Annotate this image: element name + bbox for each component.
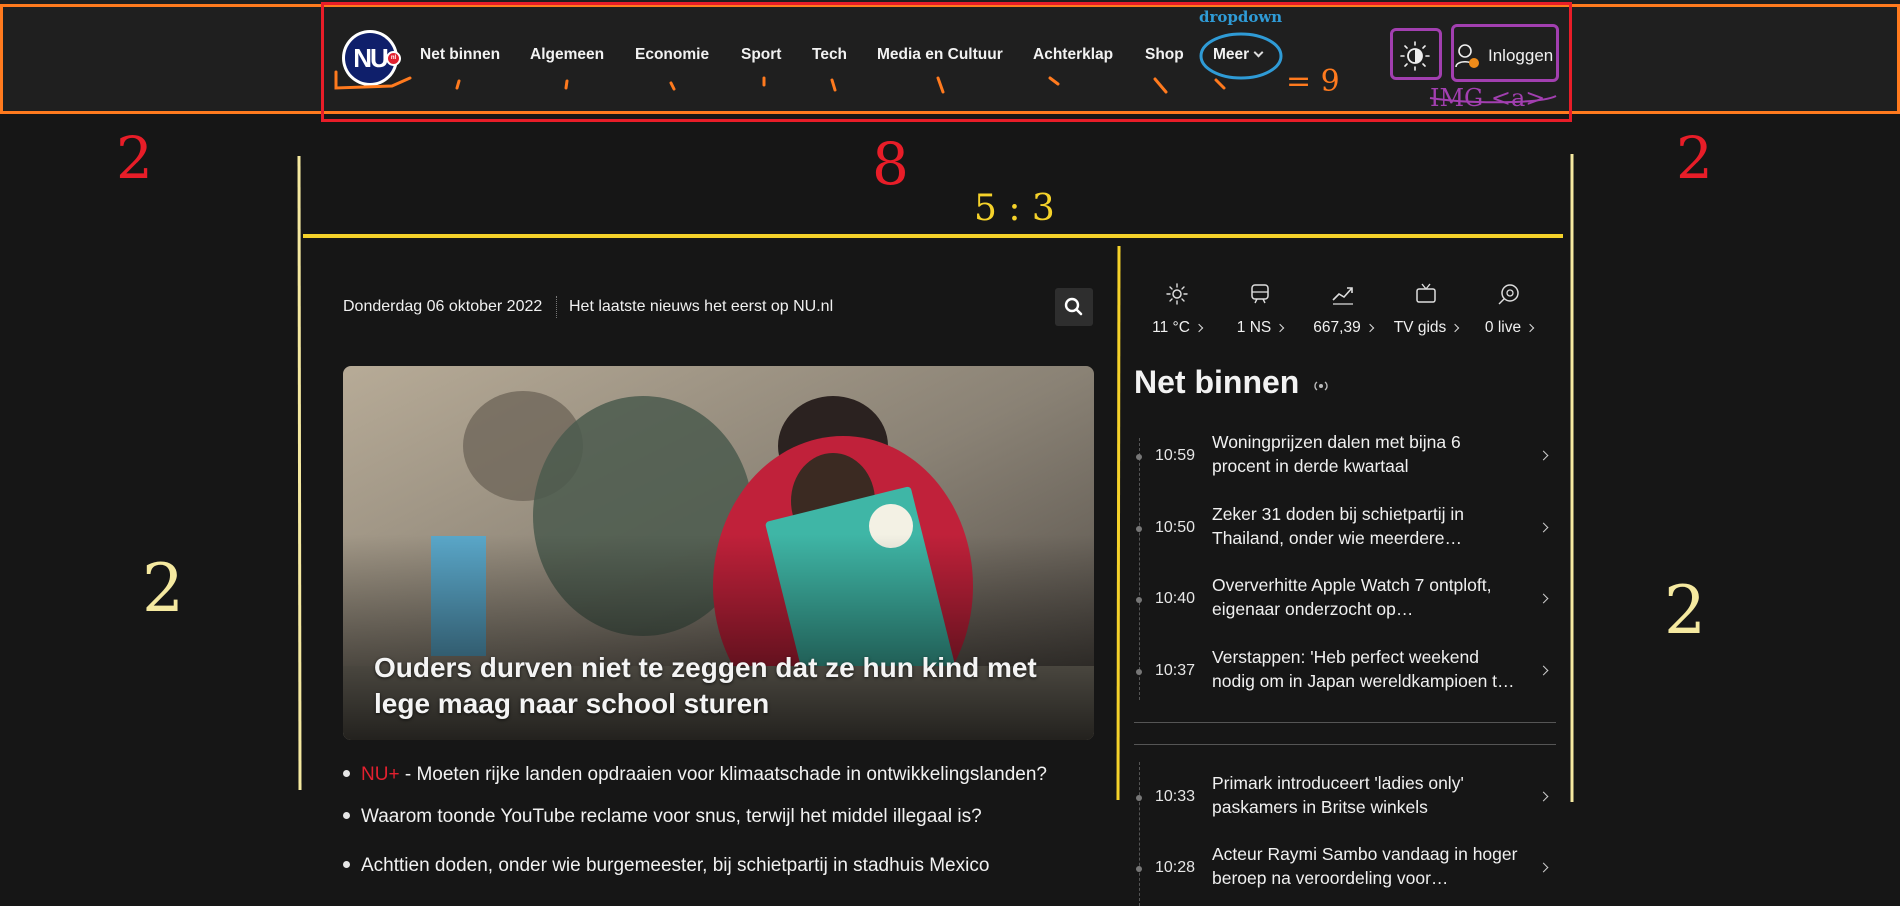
live-scores-label: 0 live xyxy=(1484,319,1522,336)
chevron-right-icon xyxy=(1194,323,1204,333)
live-scores-widget[interactable]: 0 live xyxy=(1466,282,1552,337)
chevron-right-icon xyxy=(1275,323,1285,333)
news-item[interactable]: 10:40 Oververhitte Apple Watch 7 ontplof… xyxy=(1134,573,1554,633)
bullet-icon xyxy=(343,770,350,777)
nu-plus-badge: NU+ xyxy=(361,764,400,785)
article-title: Moeten rijke landen opdraaien voor klima… xyxy=(416,764,1047,785)
chevron-right-icon xyxy=(1365,323,1374,333)
chevron-right-icon xyxy=(1538,665,1549,676)
date-separator xyxy=(556,296,558,318)
timeline-dot xyxy=(1136,866,1142,872)
news-item[interactable]: 10:59 Woningprijzen dalen met bijna 6 pr… xyxy=(1134,430,1554,490)
annotation-two-left: 2 xyxy=(116,124,153,192)
live-icon xyxy=(1314,381,1328,391)
timeline-dot xyxy=(1136,669,1142,675)
sun-icon xyxy=(1166,283,1188,305)
chevron-right-icon xyxy=(1538,593,1549,604)
annotation-ratio: 5 : 3 xyxy=(974,188,1055,229)
news-title: Acteur Raymi Sambo vandaag in hoger bero… xyxy=(1212,844,1518,888)
net-binnen-title: Net binnen xyxy=(1134,364,1300,400)
news-item[interactable]: 10:37 Verstappen: 'Heb perfect weekend n… xyxy=(1134,645,1554,705)
annotation-img-a: IMG <a> xyxy=(1430,84,1546,112)
news-time: 10:28 xyxy=(1155,859,1196,876)
tv-icon xyxy=(1416,283,1436,303)
news-title: Zeker 31 doden bij schietpartij in Thail… xyxy=(1212,504,1464,548)
site-tagline: Het laatste nieuws het eerst op NU.nl xyxy=(569,298,834,315)
bullet-icon xyxy=(343,861,350,868)
chevron-right-icon xyxy=(1538,450,1549,461)
stocks-label: 667,39 xyxy=(1313,319,1361,336)
section-divider xyxy=(1134,722,1556,723)
chevron-right-icon xyxy=(1538,791,1549,802)
annotation-two-left-lower: 2 xyxy=(142,550,184,627)
ns-label: 1 NS xyxy=(1236,319,1272,336)
news-time: 10:50 xyxy=(1155,519,1196,536)
annotation-eight: 8 xyxy=(872,130,909,198)
news-item[interactable]: 10:50 Zeker 31 doden bij schietpartij in… xyxy=(1134,502,1554,562)
news-title: Verstappen: 'Heb perfect weekend nodig o… xyxy=(1212,647,1515,691)
news-time: 10:37 xyxy=(1155,662,1196,679)
article-title: Achttien doden, onder wie burgemeester, … xyxy=(361,855,990,876)
news-time: 10:33 xyxy=(1155,788,1196,805)
chevron-right-icon xyxy=(1525,323,1535,333)
tv-guide-widget[interactable]: TV gids xyxy=(1383,282,1469,337)
chevron-right-icon xyxy=(1538,862,1549,873)
tv-guide-label: TV gids xyxy=(1393,319,1447,336)
bullet-icon xyxy=(343,812,350,819)
article-link[interactable]: Achttien doden, onder wie burgemeester, … xyxy=(343,855,989,877)
news-time: 10:40 xyxy=(1155,590,1196,607)
chevron-right-icon xyxy=(1451,323,1460,333)
annotation-dropdown: dropdown xyxy=(1199,8,1283,26)
annotation-nine: = 9 xyxy=(1286,64,1340,99)
news-title: Oververhitte Apple Watch 7 ontploft, eig… xyxy=(1212,575,1492,619)
stocks-widget[interactable]: 667,39 xyxy=(1300,282,1386,337)
news-item[interactable]: 10:28 Acteur Raymi Sambo vandaag in hoge… xyxy=(1134,842,1554,902)
news-item[interactable]: 10:33 Primark introduceert 'ladies only'… xyxy=(1134,771,1554,831)
bullet-separator: - xyxy=(399,764,417,785)
news-title: Primark introduceert 'ladies only' paska… xyxy=(1212,773,1464,817)
train-icon xyxy=(1251,284,1269,304)
timeline-dot xyxy=(1136,795,1142,801)
annotation-two-right: 2 xyxy=(1676,124,1713,192)
chevron-right-icon xyxy=(1538,522,1549,533)
article-link[interactable]: Waarom toonde YouTube reclame voor snus,… xyxy=(343,806,982,828)
stocks-icon xyxy=(1332,287,1353,305)
article-title: Waarom toonde YouTube reclame voor snus,… xyxy=(361,806,982,827)
news-time: 10:59 xyxy=(1155,447,1196,464)
net-binnen-heading: Net binnen xyxy=(1134,364,1330,401)
article-link[interactable]: NU+ - Moeten rijke landen opdraaien voor… xyxy=(343,764,1047,786)
weather-label: 11 °C xyxy=(1152,319,1190,336)
timeline-dot xyxy=(1136,597,1142,603)
current-date: Donderdag 06 oktober 2022 xyxy=(343,298,543,315)
annotation-two-right-lower: 2 xyxy=(1664,572,1706,649)
timeline-dot xyxy=(1136,454,1142,460)
football-icon xyxy=(1498,284,1519,305)
search-button[interactable] xyxy=(1055,288,1093,326)
timeline-dot xyxy=(1136,526,1142,532)
section-divider xyxy=(1134,744,1556,745)
ns-widget[interactable]: 1 NS xyxy=(1217,282,1303,337)
news-title: Woningprijzen dalen met bijna 6 procent … xyxy=(1212,432,1461,476)
weather-widget[interactable]: 11 °C xyxy=(1134,282,1220,337)
search-icon xyxy=(1064,297,1083,316)
hero-title[interactable]: Ouders durven niet te zeggen dat ze hun … xyxy=(374,650,1064,722)
